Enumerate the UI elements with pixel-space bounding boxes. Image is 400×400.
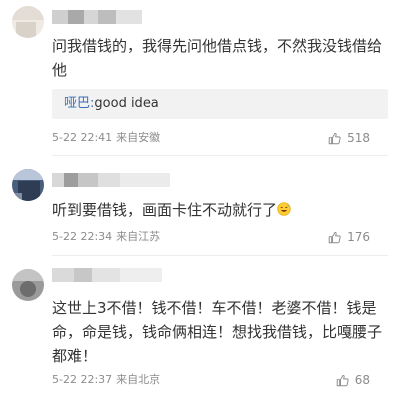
avatar[interactable] [12,6,44,38]
username-redacted[interactable] [52,268,162,282]
like-button[interactable]: 518 [328,131,370,145]
comment-date: 5-22 22:34 [52,230,113,243]
like-count: 518 [347,131,370,145]
reply-box[interactable]: 哑巴:good idea [52,89,388,119]
thumbs-up-icon [328,132,341,145]
like-count: 176 [347,230,370,244]
comment-2: 听到要借钱，画面卡住不动就行了 5-22 22:34 来自江苏 176 [0,156,400,256]
comment-text: 这世上3不借！钱不借！车不借！老婆不借！钱是命，命是钱，钱命俩相连！想找我借钱，… [52,299,383,365]
comment-1: 问我借钱的，我得先问他借点钱，不然我没钱借给他 哑巴:good idea 5-2… [0,0,400,155]
comment-location: 来自北京 [116,373,161,386]
comment-date: 5-22 22:41 [52,131,113,144]
thumbs-up-icon [336,374,349,387]
comment-date: 5-22 22:37 [52,373,113,386]
comment-meta: 5-22 22:34 来自江苏 [52,230,160,244]
username-redacted[interactable] [52,10,142,24]
thumbs-up-icon [328,231,341,244]
comment-text-content: 听到要借钱，画面卡住不动就行了 [52,201,278,219]
comment-location: 来自江苏 [116,230,161,243]
comment-location: 来自安徽 [116,131,161,144]
like-button[interactable]: 68 [336,373,370,387]
avatar[interactable] [12,269,44,301]
like-count: 68 [354,373,370,387]
comment-text: 听到要借钱，画面卡住不动就行了 [52,198,392,222]
avatar[interactable] [12,169,44,201]
comment-meta: 5-22 22:41 来自安徽 [52,131,160,145]
reply-username[interactable]: 哑巴 [64,96,90,111]
grin-sweat-emoji [277,199,291,216]
like-button[interactable]: 176 [328,230,370,244]
comment-meta: 5-22 22:37 来自北京 [52,373,160,387]
username-redacted[interactable] [52,173,170,187]
comment-3: 这世上3不借！钱不借！车不借！老婆不借！钱是命，命是钱，钱命俩相连！想找我借钱，… [0,256,400,400]
reply-text: good idea [94,96,159,111]
comment-text: 问我借钱的，我得先问他借点钱，不然我没钱借给他 [52,37,383,79]
